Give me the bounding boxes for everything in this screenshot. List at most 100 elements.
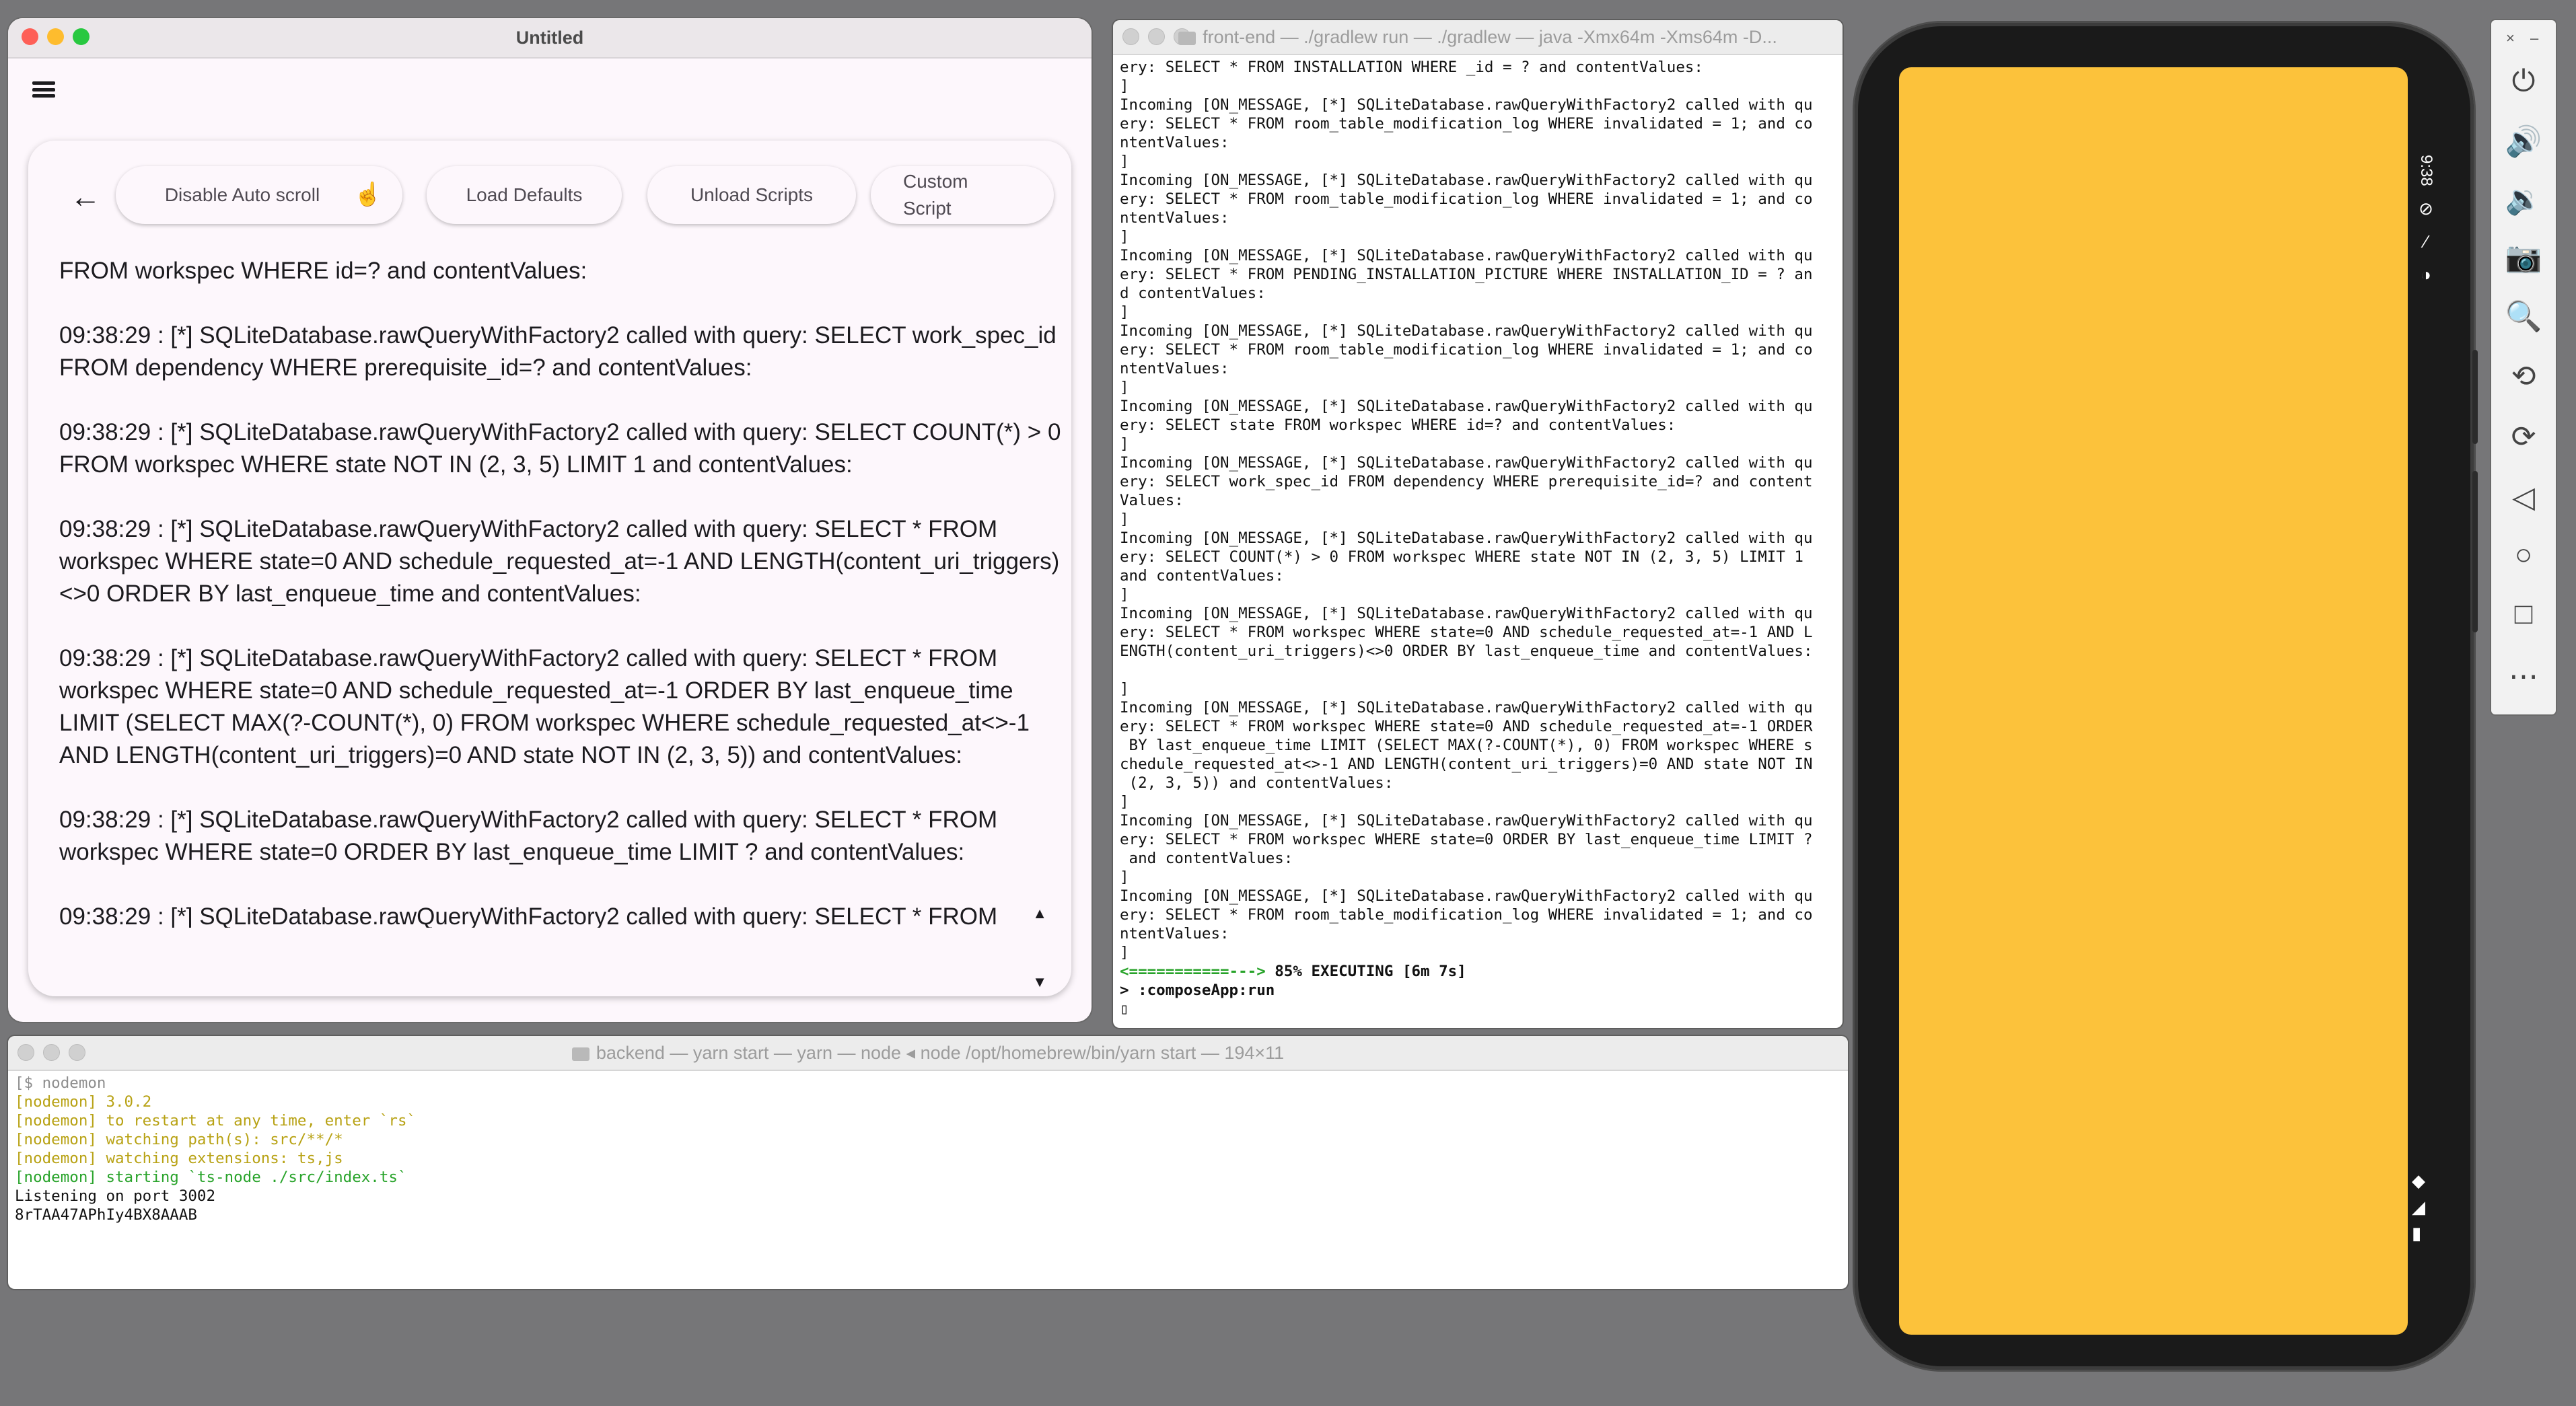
load-defaults-button[interactable]: Load Defaults	[427, 166, 622, 224]
rotate-right-icon[interactable]: ⟳	[2491, 420, 2556, 454]
custom-script-button[interactable]: Custom Script	[871, 166, 1054, 224]
terminal-line: ntentValues:	[1120, 925, 1229, 942]
log-entry: FROM workspec WHERE id=? and contentValu…	[59, 258, 587, 284]
status-time: 9:38	[2417, 155, 2435, 186]
terminal-line: ery: SELECT * FROM workspec WHERE state=…	[1120, 831, 1813, 848]
terminal-line: ntentValues:	[1120, 209, 1229, 227]
log-entry: 09:38:29 : [*] SQLiteDatabase.rawQueryWi…	[59, 516, 1060, 607]
phone-side-button	[2472, 471, 2478, 632]
terminal-line: [nodemon] watching path(s): src/**/*	[15, 1131, 343, 1148]
terminal-line: Listening on port 3002	[15, 1187, 216, 1205]
frontend-terminal-window: front-end — ./gradlew run — ./gradlew — …	[1113, 20, 1842, 1028]
wifi-icon: ◆	[2412, 1171, 2425, 1191]
back-arrow-icon[interactable]: ←	[62, 174, 109, 221]
menu-icon[interactable]	[30, 76, 58, 103]
log-entry: 09:38:29 : [*] SQLiteDatabase.rawQueryWi…	[59, 807, 998, 865]
terminal-line: Incoming [ON_MESSAGE, [*] SQLiteDatabase…	[1120, 96, 1813, 114]
terminal-line: and contentValues:	[1120, 567, 1284, 585]
terminal-line: ery: SELECT * FROM room_table_modificati…	[1120, 190, 1813, 208]
terminal-line: ery: SELECT work_spec_id FROM dependency…	[1120, 473, 1813, 490]
terminal-line: ntentValues:	[1120, 360, 1229, 377]
terminal-line: ]	[1120, 793, 1129, 811]
terminal-line: d contentValues:	[1120, 285, 1266, 302]
terminal-line: [nodemon] starting `ts-node ./src/index.…	[15, 1169, 407, 1186]
console-toolbar: ← Disable Auto scroll ☝ Load Defaults Un…	[28, 141, 1071, 255]
terminal-line: ery: SELECT * FROM PENDING_INSTALLATION_…	[1120, 266, 1813, 283]
terminal-line: ery: SELECT state FROM workspec WHERE id…	[1120, 416, 1676, 434]
phone-status-bar: 9:38 ⊘ ⁄ ◑	[2416, 155, 2436, 285]
log-entry: 09:38:29 : [*] SQLiteDatabase.rawQueryWi…	[59, 903, 998, 928]
power-icon[interactable]: ⏻	[2491, 65, 2556, 98]
terminal-line: and contentValues:	[1120, 850, 1293, 867]
terminal-line: chedule_requested_at<>-1 AND LENGTH(cont…	[1120, 755, 1813, 773]
terminal-line: ]	[1120, 153, 1129, 170]
terminal-line: Incoming [ON_MESSAGE, [*] SQLiteDatabase…	[1120, 398, 1813, 415]
terminal-title: front-end — ./gradlew run — ./gradlew — …	[1113, 20, 1842, 54]
terminal-line: ENGTH(content_uri_triggers)<>0 ORDER BY …	[1120, 642, 1813, 660]
terminal-line: ery: SELECT * FROM INSTALLATION WHERE _i…	[1120, 59, 1703, 76]
log-entry: 09:38:29 : [*] SQLiteDatabase.rawQueryWi…	[59, 645, 1030, 768]
progress-bar: <===========--->	[1120, 963, 1266, 980]
disable-auto-scroll-label: Disable Auto scroll	[164, 184, 320, 205]
scroll-down-icon[interactable]: ▼	[1032, 973, 1047, 991]
volume-up-icon[interactable]: 🔊	[2491, 124, 2556, 159]
terminal-line: ery: SELECT * FROM room_table_modificati…	[1120, 906, 1813, 924]
home-icon[interactable]: ○	[2491, 538, 2556, 572]
volume-down-icon[interactable]: 🔉	[2491, 182, 2556, 217]
terminal-line: ]	[1120, 586, 1129, 603]
close-icon[interactable]: ×	[2506, 30, 2515, 47]
terminal-line: Incoming [ON_MESSAGE, [*] SQLiteDatabase…	[1120, 247, 1813, 264]
window-title: Untitled	[515, 28, 584, 48]
terminal-output[interactable]: [$ nodemon [nodemon] 3.0.2 [nodemon] to re…	[8, 1071, 1848, 1227]
terminal-line: ery: SELECT * FROM room_table_modificati…	[1120, 341, 1813, 359]
terminal-line: ery: SELECT COUNT(*) > 0 FROM workspec W…	[1120, 548, 1803, 566]
terminal-output[interactable]: ery: SELECT * FROM INSTALLATION WHERE _i…	[1113, 55, 1842, 1021]
battery-icon: ◑	[2421, 264, 2431, 285]
app-window: Untitled ← Disable Auto scroll ☝ Load De…	[8, 18, 1092, 1022]
terminal-line: [$ nodemon	[15, 1074, 106, 1092]
terminal-line: ntentValues:	[1120, 134, 1229, 151]
terminal-cursor: ▯	[1120, 1000, 1129, 1018]
terminal-line: Values:	[1120, 492, 1184, 509]
terminal-line: Incoming [ON_MESSAGE, [*] SQLiteDatabase…	[1120, 322, 1813, 340]
terminal-line: Incoming [ON_MESSAGE, [*] SQLiteDatabase…	[1120, 699, 1813, 716]
zoom-icon[interactable]: 🔍	[2491, 299, 2556, 334]
terminal-line: Incoming [ON_MESSAGE, [*] SQLiteDatabase…	[1120, 812, 1813, 829]
back-icon[interactable]: ◁	[2491, 480, 2556, 515]
terminal-line: ]	[1120, 944, 1129, 961]
terminal-line: ]	[1120, 511, 1129, 528]
terminal-line: Incoming [ON_MESSAGE, [*] SQLiteDatabase…	[1120, 172, 1813, 189]
rotate-left-icon[interactable]: ⟲	[2491, 359, 2556, 394]
touch-icon: ☝	[353, 182, 382, 207]
custom-script-label: Custom Script	[903, 171, 968, 219]
log-output[interactable]: FROM workspec WHERE id=? and contentValu…	[59, 255, 1062, 928]
minimize-icon[interactable]: –	[2530, 30, 2538, 47]
terminal-title-text: backend — yarn start — yarn — node ◂ nod…	[596, 1043, 1285, 1063]
battery-icon: ▮	[2412, 1223, 2422, 1243]
unload-scripts-button[interactable]: Unload Scripts	[647, 166, 856, 224]
backend-terminal-window: backend — yarn start — yarn — node ◂ nod…	[8, 1036, 1848, 1289]
gradle-task-line: > :composeApp:run	[1120, 982, 1275, 999]
gradle-progress-line: <===========---> 85% EXECUTING [6m 7s]	[1120, 962, 1836, 981]
progress-status: 85% EXECUTING [6m 7s]	[1265, 963, 1466, 980]
terminal-line: BY last_enqueue_time LIMIT (SELECT MAX(?…	[1120, 737, 1813, 754]
terminal-line: ery: SELECT * FROM workspec WHERE state=…	[1120, 718, 1813, 735]
terminal-line: ]	[1120, 303, 1129, 321]
emulator-toolbar: × – ⏻ 🔊 🔉 📷 🔍 ⟲ ⟳ ◁ ○ □ ⋯	[2491, 20, 2556, 714]
cell-icon: ◢	[2412, 1197, 2425, 1217]
terminal-line: ery: SELECT * FROM workspec WHERE state=…	[1120, 624, 1813, 641]
terminal-line: 8rTAA47APhIy4BX8AAAB	[15, 1206, 197, 1224]
folder-icon	[1178, 31, 1196, 45]
terminal-line: Incoming [ON_MESSAGE, [*] SQLiteDatabase…	[1120, 605, 1813, 622]
more-icon[interactable]: ⋯	[2491, 659, 2556, 694]
terminal-titlebar: front-end — ./gradlew run — ./gradlew — …	[1113, 20, 1842, 55]
terminal-titlebar: backend — yarn start — yarn — node ◂ nod…	[8, 1036, 1848, 1071]
phone-screen[interactable]	[1899, 67, 2408, 1335]
camera-icon[interactable]: 📷	[2491, 239, 2556, 274]
scroll-up-icon[interactable]: ▲	[1032, 905, 1047, 922]
overview-icon[interactable]: □	[2491, 597, 2556, 631]
disable-auto-scroll-button[interactable]: Disable Auto scroll ☝	[116, 166, 402, 224]
console-card: ← Disable Auto scroll ☝ Load Defaults Un…	[28, 141, 1071, 996]
terminal-line: ]	[1120, 379, 1129, 396]
